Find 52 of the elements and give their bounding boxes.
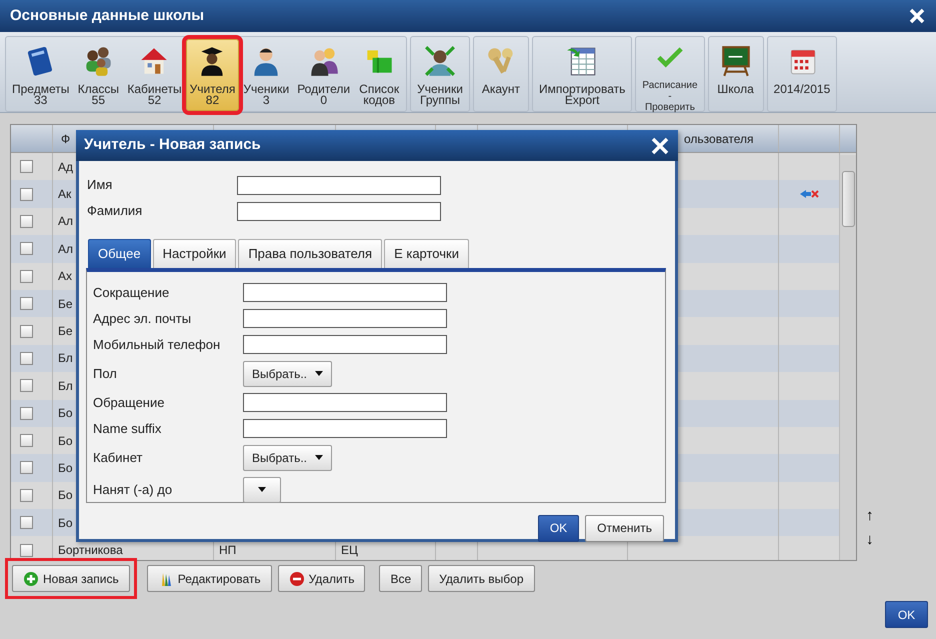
row-checkbox[interactable] (20, 214, 33, 228)
person-arrows-icon (423, 44, 458, 78)
action-button[interactable]: Все (379, 565, 422, 592)
close-icon[interactable] (908, 7, 926, 25)
row-checkbox[interactable] (20, 352, 33, 365)
row-checkbox[interactable] (20, 242, 33, 256)
delete-icon (288, 570, 305, 586)
text-field[interactable] (243, 283, 447, 302)
dropdown[interactable]: Выбрать.. (243, 360, 332, 386)
row-checkbox[interactable] (20, 544, 33, 557)
row-checkbox[interactable] (20, 488, 33, 502)
text-field[interactable] (243, 335, 447, 354)
date-dropdown[interactable] (243, 476, 281, 502)
cancel-button[interactable]: Отменить (585, 514, 664, 542)
action-button[interactable]: Удалить (278, 565, 366, 592)
row-checkbox[interactable] (20, 297, 33, 310)
close-icon[interactable] (650, 136, 670, 156)
ok-button[interactable]: OK (885, 601, 928, 628)
tab[interactable]: Е карточки (384, 239, 469, 268)
action-button[interactable]: Новая запись (12, 565, 130, 592)
add-icon (23, 570, 39, 586)
dropdown[interactable]: Выбрать.. (243, 444, 332, 470)
toolbar-button[interactable]: Список кодов (354, 39, 404, 111)
ok-button[interactable]: OK (538, 514, 580, 542)
row-checkbox[interactable] (20, 434, 33, 448)
row-checkbox[interactable] (20, 379, 33, 392)
toolbar-button[interactable]: Классы 55 (73, 39, 124, 111)
text-field[interactable] (237, 176, 441, 194)
row-checkbox[interactable] (20, 516, 33, 530)
scrollbar[interactable] (839, 155, 856, 560)
tab[interactable]: Настройки (152, 239, 236, 268)
row-checkbox[interactable] (20, 324, 33, 338)
window-title: Основные данные школы (10, 6, 204, 26)
action-button[interactable]: Редактировать (146, 565, 272, 592)
text-field[interactable] (243, 309, 447, 328)
tab[interactable]: Общее (88, 239, 151, 268)
text-field[interactable] (237, 202, 441, 220)
action-button[interactable]: Удалить выбор (428, 565, 535, 592)
move-button[interactable]: ↑ (862, 505, 878, 528)
row-checkbox[interactable] (20, 406, 33, 420)
field-label: Нанят (-а) до (93, 480, 174, 499)
toolbar-button[interactable]: Предметы 33 (8, 39, 74, 111)
row-checkbox[interactable] (20, 160, 33, 174)
tab[interactable]: Права пользователя (238, 239, 382, 268)
row-checkbox[interactable] (20, 188, 33, 201)
toolbar-button[interactable]: Ученики 3 (239, 39, 294, 111)
toolbar-button[interactable]: Родители 0 (293, 39, 354, 111)
move-button[interactable]: ↓ (862, 529, 878, 552)
text-field[interactable] (243, 419, 447, 438)
row-checkbox[interactable] (20, 270, 33, 283)
text-field[interactable] (243, 393, 447, 412)
row-checkbox[interactable] (20, 461, 33, 474)
